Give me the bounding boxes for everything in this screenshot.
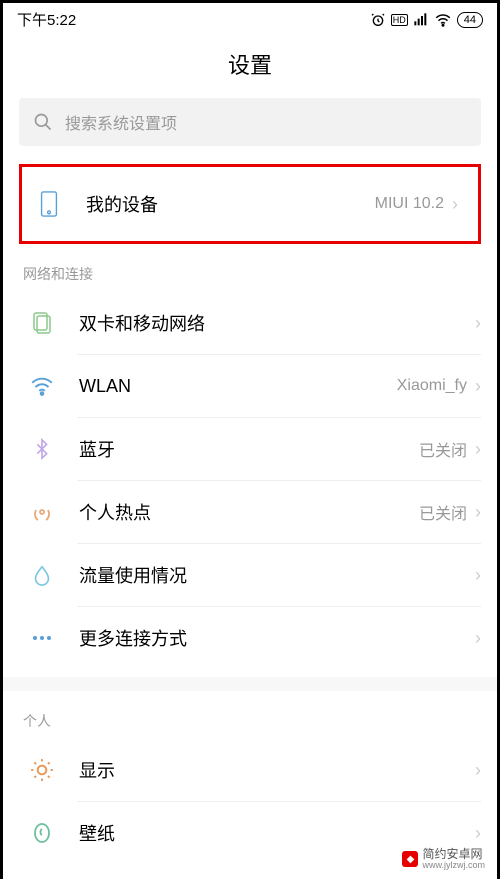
my-device-item[interactable]: 我的设备 MIUI 10.2 › bbox=[22, 191, 478, 217]
list-item-value: Xiaomi_fy bbox=[397, 377, 467, 395]
alarm-icon bbox=[370, 12, 386, 28]
chevron-right-icon: › bbox=[475, 760, 481, 781]
section-header-personal: 个人 bbox=[19, 691, 481, 739]
data-usage-item[interactable]: 流量使用情况 › bbox=[19, 544, 481, 606]
phone-icon bbox=[36, 191, 62, 217]
chevron-right-icon: › bbox=[452, 194, 458, 215]
chevron-right-icon: › bbox=[475, 313, 481, 334]
my-device-label: 我的设备 bbox=[86, 191, 375, 217]
signal-icon bbox=[413, 12, 429, 28]
chevron-right-icon: › bbox=[475, 823, 481, 844]
page-title: 设置 bbox=[3, 34, 497, 98]
list-item-label: WLAN bbox=[79, 376, 397, 397]
list-item-value: 已关闭 bbox=[419, 437, 467, 461]
bluetooth-icon bbox=[29, 436, 55, 462]
chevron-right-icon: › bbox=[475, 502, 481, 523]
watermark-logo-icon: ◆ bbox=[402, 851, 418, 867]
wifi-icon bbox=[29, 373, 55, 399]
wlan-item[interactable]: WLAN Xiaomi_fy › bbox=[19, 355, 481, 417]
dual-sim-item[interactable]: 双卡和移动网络 › bbox=[19, 292, 481, 354]
wifi-icon bbox=[434, 11, 452, 29]
list-item-label: 更多连接方式 bbox=[79, 625, 475, 651]
list-item-label: 显示 bbox=[79, 757, 475, 783]
watermark-url: www.jylzwj.com bbox=[422, 861, 485, 871]
section-header-network: 网络和连接 bbox=[19, 244, 481, 292]
list-item-label: 蓝牙 bbox=[79, 436, 419, 462]
chevron-right-icon: › bbox=[475, 376, 481, 397]
more-icon bbox=[29, 625, 55, 651]
droplet-icon bbox=[29, 562, 55, 588]
hotspot-item[interactable]: 个人热点 已关闭 › bbox=[19, 481, 481, 543]
more-connections-item[interactable]: 更多连接方式 › bbox=[19, 607, 481, 669]
list-item-value: 已关闭 bbox=[419, 500, 467, 524]
sim-icon bbox=[29, 310, 55, 336]
status-bar: 下午5:22 HD 44 bbox=[3, 3, 497, 34]
chevron-right-icon: › bbox=[475, 439, 481, 460]
list-item-label: 壁纸 bbox=[79, 820, 475, 846]
list-item-label: 双卡和移动网络 bbox=[79, 310, 475, 336]
wallpaper-icon bbox=[29, 820, 55, 846]
my-device-value: MIUI 10.2 bbox=[375, 195, 444, 213]
hd-icon: HD bbox=[391, 14, 408, 26]
hotspot-icon bbox=[29, 499, 55, 525]
chevron-right-icon: › bbox=[475, 628, 481, 649]
my-device-highlight: 我的设备 MIUI 10.2 › bbox=[19, 164, 481, 244]
section-gap bbox=[3, 677, 497, 691]
battery-level: 44 bbox=[457, 12, 483, 28]
brightness-icon bbox=[29, 757, 55, 783]
status-icons: HD 44 bbox=[370, 11, 483, 29]
status-time: 下午5:22 bbox=[17, 9, 76, 30]
bluetooth-item[interactable]: 蓝牙 已关闭 › bbox=[19, 418, 481, 480]
display-item[interactable]: 显示 › bbox=[19, 739, 481, 801]
list-item-label: 个人热点 bbox=[79, 499, 419, 525]
search-input[interactable]: 搜索系统设置项 bbox=[19, 98, 481, 146]
search-icon bbox=[33, 112, 53, 132]
chevron-right-icon: › bbox=[475, 565, 481, 586]
watermark: ◆ 简约安卓网 www.jylzwj.com bbox=[398, 846, 489, 873]
list-item-label: 流量使用情况 bbox=[79, 562, 475, 588]
search-placeholder: 搜索系统设置项 bbox=[65, 110, 177, 134]
